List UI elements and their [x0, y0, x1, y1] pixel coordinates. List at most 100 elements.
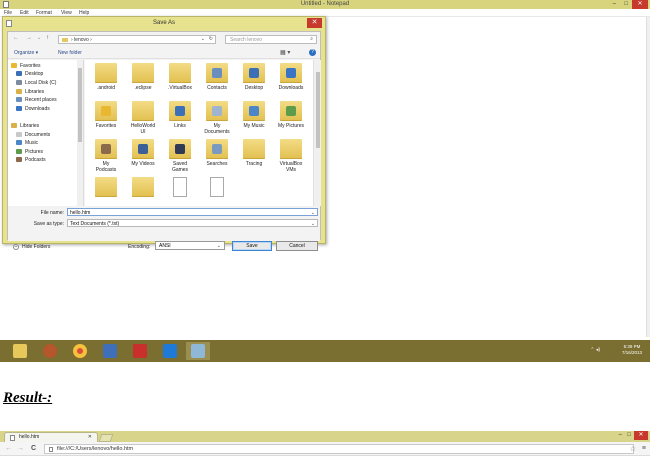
- back-arrow-icon[interactable]: ←: [13, 35, 19, 41]
- taskbar-notepad[interactable]: [186, 342, 210, 360]
- file-list-scrollbar[interactable]: [313, 60, 321, 206]
- nav-item[interactable]: Recent places: [16, 97, 57, 105]
- nav-item-label: Downloads: [25, 106, 50, 112]
- file-item[interactable]: [161, 177, 199, 206]
- file-item[interactable]: Downloads: [272, 63, 310, 99]
- folder-icon: [243, 139, 265, 159]
- chrome-icon: [73, 344, 87, 358]
- file-item[interactable]: My Pictures: [272, 101, 310, 137]
- file-item[interactable]: [198, 177, 236, 206]
- minimize-button[interactable]: –: [613, 1, 616, 7]
- file-item[interactable]: Favorites: [87, 101, 125, 137]
- encoding-select[interactable]: ANSI ⌄: [155, 241, 225, 250]
- folder-icon: [132, 101, 154, 121]
- back-arrow-icon[interactable]: ←: [5, 445, 12, 452]
- nav-item-label: Favorites: [20, 63, 41, 69]
- file-item[interactable]: Tracing: [235, 139, 273, 175]
- chevron-up-icon: ⌃: [13, 244, 19, 250]
- dialog-titlebar: Save As ✕: [3, 17, 325, 30]
- browser-maximize-button[interactable]: □: [627, 432, 631, 438]
- organize-button[interactable]: Organize ▾: [14, 50, 38, 56]
- file-item[interactable]: My Documents: [198, 101, 236, 137]
- tab-title: hello.htm: [19, 434, 40, 440]
- file-item[interactable]: My Podcasts: [87, 139, 125, 175]
- new-tab-button[interactable]: [98, 434, 114, 442]
- nav-item[interactable]: Pictures: [16, 149, 43, 157]
- hide-folders-button[interactable]: ⌃ Hide Folders: [13, 244, 50, 250]
- nav-item[interactable]: Documents: [16, 132, 50, 140]
- file-item[interactable]: My Music: [235, 101, 273, 137]
- file-item[interactable]: Links: [161, 101, 199, 137]
- file-item[interactable]: Contacts: [198, 63, 236, 99]
- file-item[interactable]: .android: [87, 63, 125, 99]
- notepad-scrollbar[interactable]: [646, 17, 650, 337]
- help-icon[interactable]: ?: [309, 49, 316, 56]
- chevron-down-icon[interactable]: ⌄: [201, 36, 205, 42]
- navigation-pane-scrollbar[interactable]: [77, 60, 83, 206]
- file-name-input[interactable]: hello.htm ⌄: [67, 208, 318, 216]
- browser-menu-icon[interactable]: ≡: [642, 445, 646, 452]
- file-item[interactable]: HelloWorld UI: [124, 101, 162, 137]
- links-folder-icon: [169, 101, 191, 121]
- taskbar-visual-studio[interactable]: [158, 342, 182, 360]
- browser-tab[interactable]: hello.htm ✕: [4, 432, 98, 442]
- refresh-icon[interactable]: ↻: [209, 36, 213, 42]
- address-bar[interactable]: › lenovo › ⌄ ↻: [58, 35, 216, 44]
- up-arrow-icon[interactable]: ↑: [46, 35, 49, 41]
- file-item[interactable]: .eclipse: [124, 63, 162, 99]
- taskbar-app-4[interactable]: [98, 342, 122, 360]
- file-item[interactable]: Desktop: [235, 63, 273, 99]
- contacts-folder-icon: [206, 63, 228, 83]
- nav-item[interactable]: Downloads: [16, 106, 50, 114]
- history-dropdown-icon[interactable]: ⌄: [37, 35, 41, 41]
- bookmark-star-icon[interactable]: ☆: [630, 445, 636, 453]
- chevron-down-icon[interactable]: ⌄: [311, 221, 315, 227]
- file-item-label: Desktop: [244, 85, 264, 91]
- browser-minimize-button[interactable]: –: [619, 432, 622, 438]
- file-item-label: Links: [174, 123, 186, 129]
- nav-item[interactable]: Desktop: [16, 71, 43, 79]
- forward-arrow-icon[interactable]: →: [26, 35, 32, 41]
- nav-item[interactable]: Music: [16, 140, 38, 148]
- browser-close-button[interactable]: ✕: [634, 431, 648, 440]
- taskbar-acrobat[interactable]: [128, 342, 152, 360]
- reload-icon[interactable]: C: [31, 445, 36, 452]
- close-button[interactable]: ✕: [632, 0, 648, 9]
- file-item[interactable]: My Videos: [124, 139, 162, 175]
- search-icon[interactable]: ⌕: [310, 36, 313, 42]
- view-options-icon[interactable]: ▦ ▾: [280, 49, 290, 56]
- taskbar-chrome[interactable]: [68, 342, 92, 360]
- taskbar-app-2[interactable]: [38, 342, 62, 360]
- file-item[interactable]: Searches: [198, 139, 236, 175]
- nav-item-label: Desktop: [25, 71, 44, 77]
- forward-arrow-icon[interactable]: →: [17, 445, 24, 452]
- new-folder-button[interactable]: New folder: [58, 50, 82, 56]
- save-as-type-select[interactable]: Text Documents (*.txt) ⌄: [67, 219, 318, 227]
- tray-icons[interactable]: ⌃ ◂): [590, 347, 600, 353]
- tab-close-icon[interactable]: ✕: [88, 434, 92, 440]
- chevron-down-icon[interactable]: ⌄: [217, 243, 221, 249]
- clock[interactable]: 5:39 PM 7/16/2013: [622, 344, 642, 356]
- nav-item[interactable]: Favorites: [11, 63, 41, 71]
- address-bar[interactable]: file:///C:/Users/lenovo/hello.htm: [44, 444, 634, 454]
- nav-item[interactable]: Libraries: [16, 89, 44, 97]
- file-item[interactable]: [124, 177, 162, 206]
- search-input[interactable]: Search lenovo ⌕: [225, 35, 317, 44]
- scrollbar-thumb[interactable]: [316, 72, 320, 148]
- nav-item[interactable]: Local Disk (C): [16, 80, 56, 88]
- taskbar-explorer[interactable]: [8, 342, 32, 360]
- file-item[interactable]: [87, 177, 125, 206]
- dialog-close-button[interactable]: ✕: [307, 18, 322, 28]
- maximize-button[interactable]: □: [624, 1, 628, 7]
- nav-item[interactable]: Podcasts: [16, 157, 46, 165]
- drive-icon: [16, 80, 22, 85]
- chevron-down-icon[interactable]: ⌄: [311, 210, 315, 216]
- save-button[interactable]: Save: [232, 241, 272, 251]
- file-item[interactable]: VirtualBox VMs: [272, 139, 310, 175]
- cancel-button[interactable]: Cancel: [276, 241, 318, 251]
- folder-badge: [138, 144, 148, 154]
- nav-item[interactable]: Libraries: [11, 123, 39, 131]
- file-item[interactable]: .VirtualBox: [161, 63, 199, 99]
- file-item[interactable]: Saved Games: [161, 139, 199, 175]
- scrollbar-thumb[interactable]: [78, 68, 82, 142]
